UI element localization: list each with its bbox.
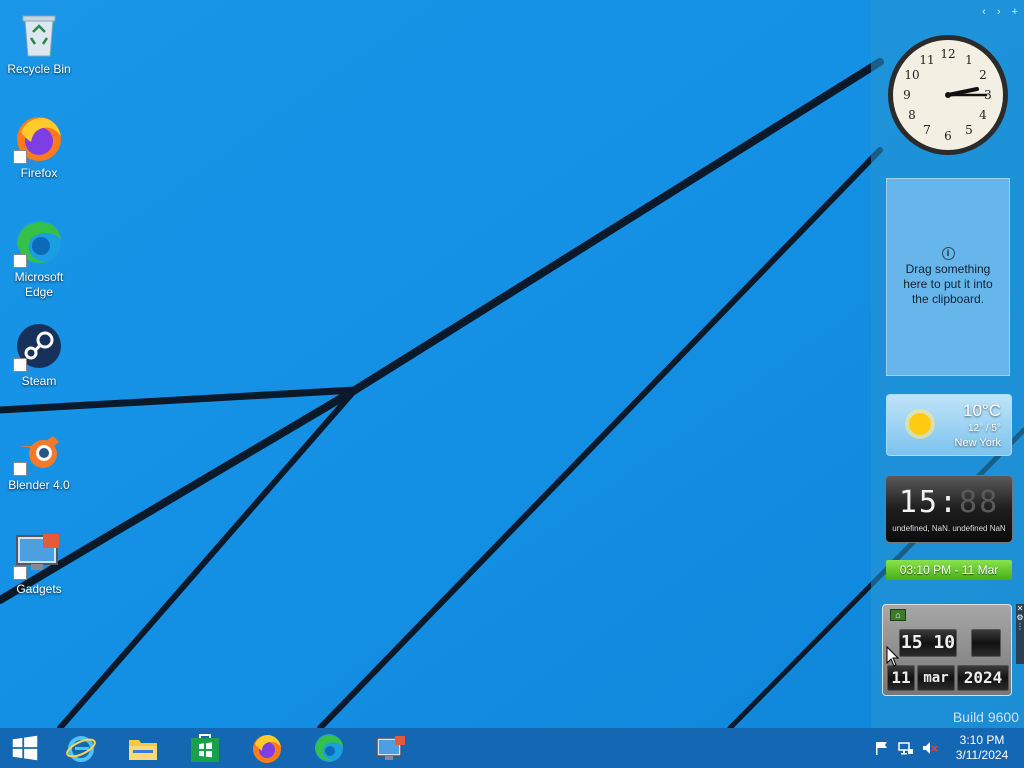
digital-hours: 15	[898, 485, 939, 520]
desktop-icon-recycle-bin[interactable]: Recycle Bin	[2, 2, 76, 98]
desktop-icon-gadgets[interactable]: Gadgets	[2, 522, 76, 618]
taskbar-internet-explorer[interactable]	[50, 728, 112, 768]
sidebar-controls: ‹ › +	[974, 6, 1018, 18]
svg-text:11: 11	[919, 53, 934, 67]
home-icon[interactable]: ⌂	[890, 609, 906, 621]
taskbar-store[interactable]	[174, 728, 236, 768]
taskbar-time: 3:10 PM	[959, 733, 1005, 747]
recycle-bin-icon	[22, 15, 56, 57]
svg-text:10: 10	[904, 68, 919, 82]
shortcut-arrow-icon	[13, 150, 27, 164]
flip-year: 2024	[957, 665, 1009, 691]
flip-clock-gadget[interactable]: ⌂ 15 10 11 mar 2024	[882, 604, 1012, 696]
svg-text:8: 8	[908, 108, 916, 122]
sun-icon	[905, 409, 935, 439]
flip-month: mar	[917, 665, 955, 691]
edge-icon	[315, 734, 343, 762]
folder-icon	[129, 740, 157, 760]
svg-text:7: 7	[923, 123, 931, 137]
svg-text:4: 4	[979, 108, 987, 122]
info-icon: i	[941, 247, 955, 260]
clipboard-hint: Drag something here to put it into the c…	[903, 262, 993, 306]
taskbar-gadgets[interactable]	[360, 728, 422, 768]
desktop-icon-edge[interactable]: Microsoft Edge	[2, 210, 76, 306]
flip-day: 11	[887, 665, 915, 691]
start-button[interactable]	[0, 728, 50, 768]
taskbar-clock[interactable]: 3:10 PM 3/11/2024	[952, 733, 1012, 763]
taskbar-date: 3/11/2024	[955, 748, 1009, 762]
desktop-icon-firefox[interactable]: Firefox	[2, 106, 76, 202]
weather-range: 12° / 5°	[967, 423, 1001, 434]
firefox-icon	[253, 735, 281, 763]
shortcut-arrow-icon	[13, 566, 27, 580]
flip-hours: 15	[900, 632, 923, 653]
sidebar-prev-button[interactable]: ‹	[982, 6, 986, 18]
weather-temperature: 10°C	[963, 401, 1001, 420]
mouse-cursor-icon	[886, 646, 900, 667]
weather-gadget[interactable]: 10°C 12° / 5° New York	[886, 394, 1012, 456]
close-icon[interactable]: ✕	[1016, 604, 1024, 613]
flip-blank-card	[971, 629, 1001, 657]
svg-text:5: 5	[965, 123, 973, 137]
gadgets-icon	[376, 736, 405, 760]
volume-muted-icon[interactable]	[922, 740, 938, 756]
digital-clock-date: undefined, NaN. undefined NaN	[892, 524, 1006, 533]
desktop-icon-steam[interactable]: Steam	[2, 314, 76, 410]
options-icon[interactable]: ⚙	[1016, 613, 1024, 622]
weather-city: New York	[954, 437, 1001, 449]
shortcut-arrow-icon	[13, 462, 27, 476]
taskbar-edge[interactable]	[298, 728, 360, 768]
windows-logo-icon	[12, 735, 38, 761]
sidebar-next-button[interactable]: ›	[997, 6, 1001, 18]
digital-clock-gadget[interactable]: 15:88 undefined, NaN. undefined NaN	[885, 475, 1013, 543]
sidebar-add-button[interactable]: +	[1012, 6, 1018, 18]
digital-separator: :	[938, 485, 960, 520]
action-center-flag-icon[interactable]	[874, 740, 890, 756]
analog-clock-gadget[interactable]: 12 1 2 3 4 5 6 7 8 9 10 11	[885, 32, 1011, 158]
digital-clock-digits: 15:88	[886, 485, 1012, 520]
taskbar-firefox[interactable]	[236, 728, 298, 768]
svg-text:2: 2	[979, 68, 987, 82]
flip-time-card: 15 10	[899, 629, 957, 657]
shortcut-arrow-icon	[13, 358, 27, 372]
svg-text:6: 6	[944, 129, 952, 143]
store-icon	[191, 734, 219, 762]
digital-minutes: 88	[959, 485, 1000, 520]
network-icon[interactable]	[898, 740, 914, 756]
taskbar: 3:10 PM 3/11/2024	[0, 728, 1024, 768]
shortcut-arrow-icon	[13, 254, 27, 268]
internet-explorer-icon	[66, 736, 96, 762]
drag-handle-icon[interactable]: ⋮	[1016, 622, 1024, 631]
desktop-icon-blender[interactable]: Blender 4.0	[2, 418, 76, 514]
time-banner-gadget[interactable]: 03:10 PM - 11 Mar	[886, 560, 1012, 580]
svg-text:12: 12	[940, 47, 955, 61]
gadget-sidebar: ‹ › + 12 1 2 3 4 5 6 7 8 9 10 11 i Drag …	[871, 0, 1024, 728]
build-watermark: Build 9600	[952, 709, 1019, 725]
taskbar-file-explorer[interactable]	[112, 728, 174, 768]
gadget-toolbar[interactable]: ✕ ⚙ ⋮	[1016, 604, 1024, 664]
svg-text:1: 1	[965, 53, 973, 67]
flip-minutes: 10	[933, 632, 956, 653]
svg-text:9: 9	[903, 88, 911, 102]
clipboard-gadget[interactable]: i Drag something here to put it into the…	[886, 178, 1010, 376]
